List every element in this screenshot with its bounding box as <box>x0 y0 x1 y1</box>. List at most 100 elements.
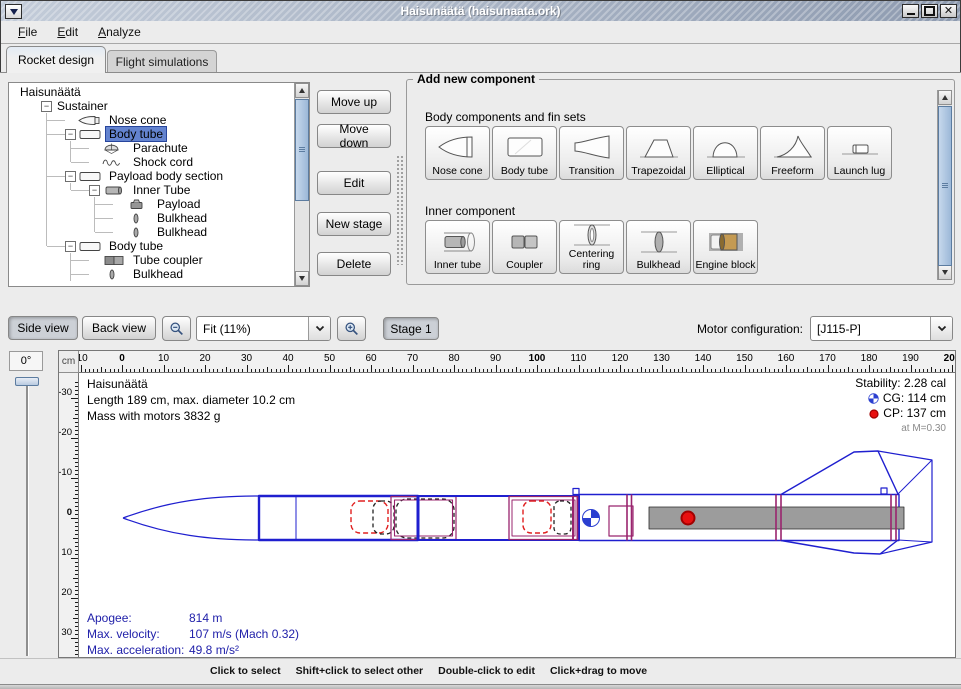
h-ruler-label: -10 <box>79 353 94 364</box>
tree-item-bulkhead[interactable]: Bulkhead <box>9 225 294 239</box>
tree-item-sustainer[interactable]: −Sustainer <box>9 99 294 113</box>
new-stage-button[interactable]: New stage <box>317 212 391 236</box>
tree-item-payload[interactable]: Payload <box>9 197 294 211</box>
tree-item-shock-cord[interactable]: Shock cord <box>9 155 294 169</box>
component-button-inner-tube[interactable]: Inner tube <box>425 220 490 274</box>
component-button-label: Transition <box>569 166 615 177</box>
group-label-inner-component: Inner component <box>425 204 515 218</box>
rotation-slider-track[interactable] <box>26 386 29 656</box>
tab-baseline <box>0 72 961 73</box>
menu-analyze[interactable]: Analyze <box>89 23 150 41</box>
minimize-button[interactable] <box>902 4 919 18</box>
tree-expander-icon[interactable]: − <box>65 171 76 182</box>
component-button-launch-lug[interactable]: Launch lug <box>827 126 892 180</box>
tree-item-haisun-t-[interactable]: Haisunäätä <box>9 85 294 99</box>
component-button-coupler[interactable]: Coupler <box>492 220 557 274</box>
menu-edit[interactable]: Edit <box>48 23 87 41</box>
tree-item-label: Payload body section <box>106 169 226 183</box>
tree-item-label: Inner Tube <box>130 183 193 197</box>
nose-cone-icon <box>78 114 106 127</box>
component-panel-scrollbar[interactable] <box>937 90 952 280</box>
v-ruler-label: 0 <box>67 508 72 518</box>
tree-expander-icon[interactable]: − <box>65 129 76 140</box>
tree-item-bulkhead[interactable]: Bulkhead <box>9 267 294 281</box>
tab-rocket-design[interactable]: Rocket design <box>6 46 106 73</box>
system-menu-icon[interactable] <box>5 4 22 19</box>
component-button-bulkhead[interactable]: Bulkhead <box>626 220 691 274</box>
maximize-button[interactable] <box>921 4 938 18</box>
h-ruler-label: 100 <box>524 353 550 364</box>
chevron-down-icon <box>930 317 952 340</box>
delete-button[interactable]: Delete <box>317 252 391 276</box>
h-ruler-label: 20 <box>192 353 218 364</box>
tree-expander-icon[interactable]: − <box>41 101 52 112</box>
tube-coupler-icon <box>102 254 130 267</box>
component-button-elliptical[interactable]: Elliptical <box>693 126 758 180</box>
move-down-button[interactable]: Move down <box>317 124 391 148</box>
component-button-freeform[interactable]: Freeform <box>760 126 825 180</box>
component-button-transition[interactable]: Transition <box>559 126 624 180</box>
zoom-in-button[interactable] <box>337 316 366 341</box>
shock-cord-outline[interactable] <box>373 499 454 538</box>
menu-file[interactable]: File <box>9 23 46 41</box>
component-scrollbar-thumb[interactable] <box>938 106 952 266</box>
inner-tube-outline[interactable] <box>509 496 578 540</box>
zoom-level-select[interactable]: Fit (11%) <box>196 316 331 341</box>
v-ruler-label: -30 <box>59 388 72 398</box>
tree-item-payload-body-section[interactable]: − Payload body section <box>9 169 294 183</box>
tab-flight-simulations[interactable]: Flight simulations <box>107 50 217 73</box>
component-button-label: Engine block <box>695 260 755 271</box>
tree-scrollbar-thumb[interactable] <box>295 99 309 201</box>
rotation-slider-thumb[interactable] <box>15 377 39 386</box>
tube-coupler-outline[interactable] <box>391 497 456 540</box>
motor-configuration-value: [J115-P] <box>811 317 930 340</box>
close-button[interactable]: ✕ <box>940 4 957 18</box>
nose-cone-icon <box>436 127 480 166</box>
tree-scrollbar[interactable] <box>294 83 309 286</box>
scroll-down-icon[interactable] <box>295 271 309 286</box>
component-button-nose-cone[interactable]: Nose cone <box>425 126 490 180</box>
component-button-trapezoidal[interactable]: Trapezoidal <box>626 126 691 180</box>
cg-value: CG: 114 cm <box>883 391 946 406</box>
status-hint: Shift+click to select other <box>296 665 424 677</box>
move-up-button[interactable]: Move up <box>317 90 391 114</box>
scroll-up-icon[interactable] <box>295 83 309 98</box>
fin-set-outline[interactable] <box>781 451 932 554</box>
tree-item-inner-tube[interactable]: − Inner Tube <box>9 183 294 197</box>
body-tube-icon <box>78 128 106 141</box>
tree-expander-icon[interactable]: − <box>89 185 100 196</box>
h-ruler-label: 140 <box>690 353 716 364</box>
stage-1-toggle[interactable]: Stage 1 <box>383 317 439 340</box>
nose-cone-outline[interactable] <box>123 496 259 540</box>
h-ruler-label: 40 <box>275 353 301 364</box>
tree-item-nose-cone[interactable]: Nose cone <box>9 113 294 127</box>
side-view-button[interactable]: Side view <box>8 316 78 340</box>
component-button-label: Freeform <box>771 166 814 177</box>
launch-lugs[interactable] <box>573 488 887 495</box>
component-button-body-tube[interactable]: Body tube <box>492 126 557 180</box>
tree-item-bulkhead[interactable]: Bulkhead <box>9 211 294 225</box>
h-ruler-label: 50 <box>317 353 343 364</box>
tree-expander-icon[interactable]: − <box>65 241 76 252</box>
scroll-up-icon[interactable] <box>938 90 952 105</box>
motor-configuration-select[interactable]: [J115-P] <box>810 316 953 341</box>
h-ruler-label: 160 <box>773 353 799 364</box>
tree-item-parachute[interactable]: Parachute <box>9 141 294 155</box>
back-view-button[interactable]: Back view <box>82 316 156 340</box>
title-bar[interactable]: Haisunäätä (haisunaata.ork) ✕ <box>1 1 960 21</box>
tree-item-body-tube[interactable]: −Body tube <box>9 239 294 253</box>
tree-item-tube-coupler[interactable]: Tube coupler <box>9 253 294 267</box>
zoom-out-button[interactable] <box>162 316 191 341</box>
component-button-centering-ring[interactable]: Centering ring <box>559 220 624 274</box>
rocket-canvas[interactable]: Haisunäätä Length 189 cm, max. diameter … <box>79 373 955 657</box>
component-button-engine-block[interactable]: Engine block <box>693 220 758 274</box>
splitter-divider[interactable] <box>396 155 404 265</box>
payload-body-section-outline[interactable] <box>418 496 579 540</box>
parachute-outline[interactable] <box>351 501 388 533</box>
rocket-design-pane: Haisunäätä−SustainerNose cone−Body tubeP… <box>0 73 961 310</box>
scroll-down-icon[interactable] <box>938 265 952 280</box>
component-tree[interactable]: Haisunäätä−SustainerNose cone−Body tubeP… <box>8 82 310 287</box>
edit-button[interactable]: Edit <box>317 171 391 195</box>
h-ruler-label: 150 <box>732 353 758 364</box>
tree-item-body-tube[interactable]: −Body tube <box>9 127 294 141</box>
